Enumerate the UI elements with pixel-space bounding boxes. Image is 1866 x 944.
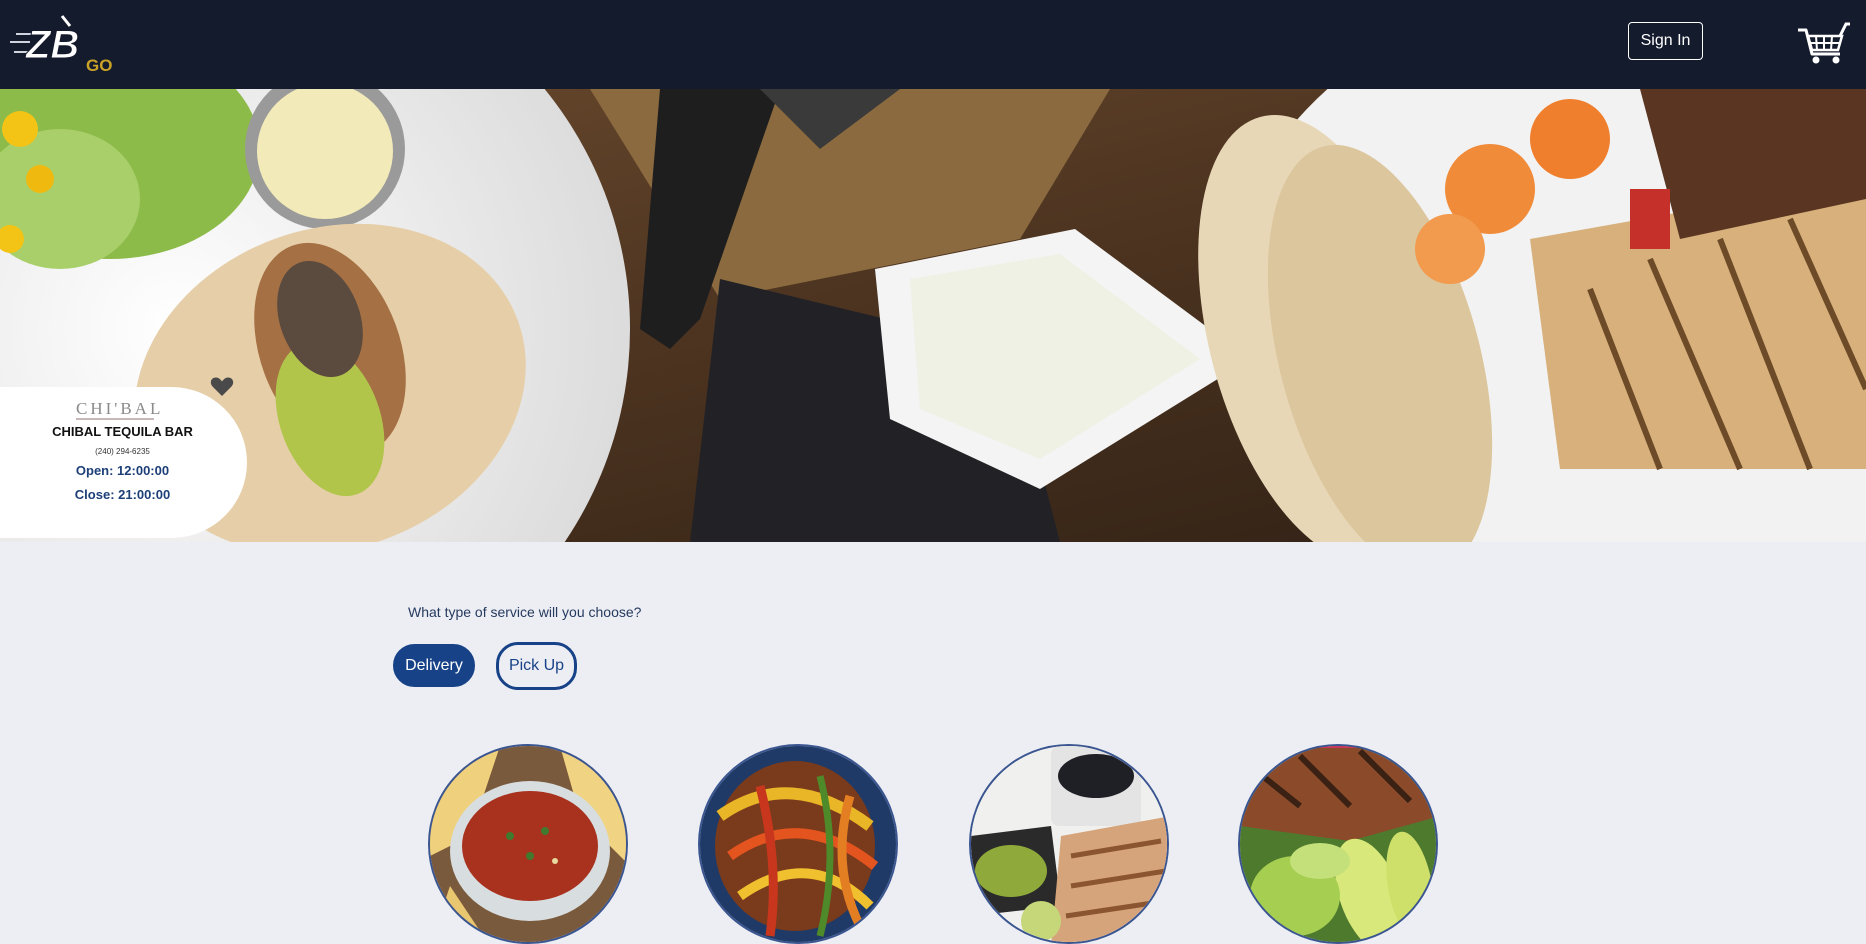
sign-in-button[interactable]: Sign In (1628, 22, 1703, 60)
brand-logo-tagline (76, 418, 154, 420)
category-fajita-peppers[interactable] (698, 744, 898, 944)
peppers-image (700, 746, 896, 942)
shopping-cart-icon[interactable] (1796, 20, 1850, 66)
pickup-button[interactable]: Pick Up (496, 642, 577, 690)
category-grilled-chicken-plate[interactable] (969, 744, 1169, 944)
salmon-salad-image (1240, 746, 1436, 942)
chicken-plate-image (971, 746, 1167, 942)
restaurant-info-card: CHI'BAL CHIBAL TEQUILA BAR (240) 294-623… (0, 387, 247, 538)
salsa-image (430, 746, 626, 942)
delivery-button[interactable]: Delivery (393, 644, 475, 687)
restaurant-phone: (240) 294-6235 (95, 447, 150, 456)
opening-time: Open: 12:00:00 (75, 463, 170, 478)
logo-text: ZB (25, 23, 79, 67)
restaurant-name: CHIBAL TEQUILA BAR (52, 424, 193, 439)
restaurant-hero-banner: CHI'BAL CHIBAL TEQUILA BAR (240) 294-623… (0, 89, 1866, 542)
restaurant-brand-logo: CHI'BAL (76, 399, 164, 418)
closing-time: Close: 21:00:00 (74, 487, 171, 502)
logo-go-text: GO (86, 56, 113, 75)
top-navigation-bar: ZB GO Sign In (0, 0, 1866, 89)
service-type-question: What type of service will you choose? (408, 604, 642, 620)
hero-food-image (0, 89, 1866, 542)
category-salsa-and-chips[interactable] (428, 744, 628, 944)
category-salmon-avocado-salad[interactable] (1238, 744, 1438, 944)
heart-icon[interactable] (210, 375, 234, 397)
zbgo-logo[interactable]: ZB GO (10, 12, 112, 75)
